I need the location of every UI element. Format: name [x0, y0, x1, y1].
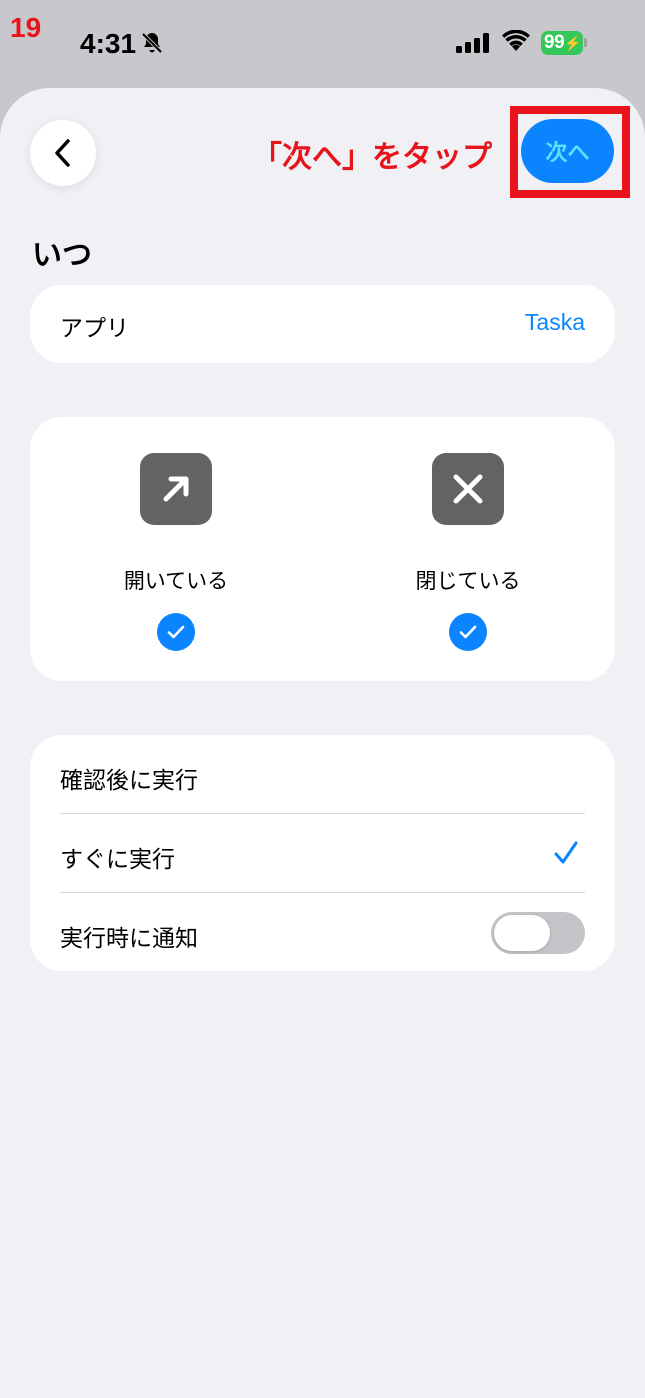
- state-label-closed: 閉じている: [415, 569, 521, 593]
- run-options-card: 確認後に実行 すぐに実行 実行時に通知: [30, 735, 615, 971]
- state-label-opened: 開いている: [123, 569, 229, 593]
- state-option-closed[interactable]: 閉じている: [322, 417, 614, 681]
- notify-on-run-toggle[interactable]: [491, 912, 585, 954]
- back-button[interactable]: [30, 120, 96, 186]
- app-row[interactable]: アプリ Taska: [30, 285, 615, 363]
- app-row-value[interactable]: Taska: [525, 309, 585, 336]
- battery-nub: [584, 38, 587, 47]
- notify-on-run-row: 実行時に通知: [60, 893, 585, 972]
- chevron-left-icon: [55, 139, 70, 167]
- cellular-signal-icon: [456, 33, 489, 53]
- bell-slash-icon: [141, 32, 163, 54]
- run-immediately-label: すぐに実行: [60, 847, 175, 873]
- highlight-box: [510, 106, 630, 198]
- toggle-knob: [494, 915, 550, 951]
- app-state-card: 開いている 閉じている: [30, 417, 615, 681]
- tap-instruction-annotation: 「次へ」をタップ: [252, 140, 492, 175]
- checkmark-icon: [554, 841, 578, 864]
- xmark-icon: [432, 453, 504, 525]
- checkmark-circle-icon[interactable]: [157, 613, 195, 651]
- automation-sheet: 「次へ」をタップ 次へ いつ アプリ Taska 開いている 閉じている 確認後…: [0, 88, 645, 1398]
- app-row-label: アプリ: [60, 316, 129, 342]
- status-bar: 4:31 99⚡: [0, 0, 645, 88]
- battery-level: 99: [544, 32, 565, 53]
- wifi-icon: [502, 30, 530, 51]
- state-option-opened[interactable]: 開いている: [30, 417, 322, 681]
- battery-indicator: 99⚡: [541, 31, 583, 55]
- arrow-up-right-icon: [140, 453, 212, 525]
- checkmark-circle-icon[interactable]: [449, 613, 487, 651]
- run-immediately-option[interactable]: すぐに実行: [60, 814, 585, 893]
- section-title: いつ: [32, 238, 92, 273]
- notify-on-run-label: 実行時に通知: [60, 926, 198, 952]
- run-after-confirm-label: 確認後に実行: [60, 768, 198, 794]
- status-time: 4:31: [80, 28, 137, 59]
- run-after-confirm-option[interactable]: 確認後に実行: [60, 735, 585, 814]
- bolt-icon: ⚡: [564, 35, 582, 51]
